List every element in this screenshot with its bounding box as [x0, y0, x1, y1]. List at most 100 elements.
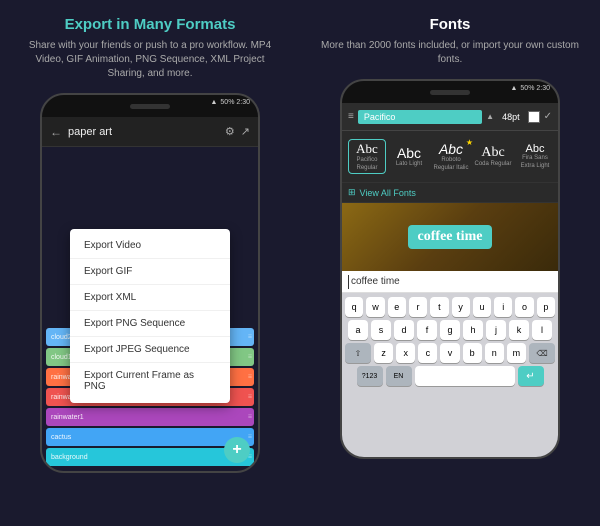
key-t[interactable]: t [430, 297, 448, 317]
track-background[interactable]: background ≡ [46, 448, 254, 466]
key-q[interactable]: q [345, 297, 363, 317]
grid-icon: ⊞ [348, 187, 356, 198]
font-preview-coda: Abc [481, 145, 504, 161]
key-y[interactable]: y [452, 297, 470, 317]
track-handle: ≡ [248, 354, 252, 361]
color-picker[interactable] [528, 111, 540, 123]
key-j[interactable]: j [486, 320, 506, 340]
speaker-right [430, 90, 470, 95]
view-all-fonts-row[interactable]: ⊞ View All Fonts [342, 183, 558, 203]
key-r[interactable]: r [409, 297, 427, 317]
keyboard-row-1: q w e r t y u i o p [345, 297, 555, 317]
enter-key[interactable]: ↵ [518, 366, 544, 386]
track-handle: ≡ [248, 414, 252, 421]
chevron-up-icon[interactable]: ▲ [486, 112, 494, 121]
key-w[interactable]: w [366, 297, 384, 317]
add-layer-button[interactable]: + [224, 437, 250, 463]
track-cactus[interactable]: cactus ≡ [46, 428, 254, 446]
phone-left: ▲ 50% 2:30 ← paper art ⚙ ↗ Export Video … [40, 93, 260, 473]
language-key[interactable]: EN [386, 366, 412, 386]
symbols-key[interactable]: ?123 [357, 366, 383, 386]
font-options-row: Abc PacificoRegular Abc Lato Light Abc R… [342, 131, 558, 183]
key-f[interactable]: f [417, 320, 437, 340]
key-b[interactable]: b [463, 343, 482, 363]
right-panel: Fonts More than 2000 fonts included, or … [300, 0, 600, 526]
key-n[interactable]: n [485, 343, 504, 363]
font-label-pacifico: PacificoRegular [356, 157, 377, 171]
status-bar-right: ▲ 50% 2:30 [510, 85, 550, 92]
back-arrow-icon[interactable]: ← [50, 125, 62, 139]
key-x[interactable]: x [396, 343, 415, 363]
font-label-fira: Fira SansExtra Light [521, 155, 550, 169]
key-u[interactable]: u [473, 297, 491, 317]
space-key[interactable] [415, 366, 515, 386]
export-video-item[interactable]: Export Video [70, 233, 230, 259]
confirm-icon[interactable]: ✓ [544, 111, 552, 122]
key-a[interactable]: a [348, 320, 368, 340]
app-header-left: ← paper art ⚙ ↗ [42, 117, 258, 147]
phone-notch-right: ▲ 50% 2:30 [342, 81, 558, 103]
left-headline: Export in Many Formats [65, 16, 236, 33]
canvas-preview: coffee time [342, 203, 558, 271]
font-label-roboto-italic: RobotoRegular Italic [433, 157, 468, 171]
settings-icon[interactable]: ⚙ [225, 125, 235, 138]
text-input-value[interactable]: coffee time [351, 276, 400, 287]
font-preview-pacifico: Abc [356, 141, 378, 157]
font-option-lato[interactable]: Abc Lato Light [390, 145, 428, 168]
track-handle: ≡ [248, 394, 252, 401]
font-size-display[interactable]: 48pt [498, 110, 524, 124]
status-bar-left: ▲ 50% 2:30 [210, 99, 250, 106]
shift-key[interactable]: ⇧ [345, 343, 371, 363]
menu-icon[interactable]: ≡ [348, 111, 354, 122]
font-name-display[interactable]: Pacifico [358, 110, 482, 124]
key-g[interactable]: g [440, 320, 460, 340]
export-png-seq-item[interactable]: Export PNG Sequence [70, 311, 230, 337]
header-icons: ⚙ ↗ [225, 125, 250, 138]
text-input-row[interactable]: coffee time [342, 271, 558, 293]
key-e[interactable]: e [388, 297, 406, 317]
font-option-coda[interactable]: Abc Coda Regular [474, 145, 512, 168]
app-title: paper art [68, 126, 219, 138]
key-z[interactable]: z [374, 343, 393, 363]
export-dropdown: Export Video Export GIF Export XML Expor… [70, 229, 230, 403]
keyboard-row-3: ⇧ z x c v b n m ⌫ [345, 343, 555, 363]
canvas-text-overlay: coffee time [408, 225, 493, 249]
star-badge: ★ [466, 138, 473, 147]
key-i[interactable]: i [494, 297, 512, 317]
text-cursor [348, 275, 349, 289]
key-s[interactable]: s [371, 320, 391, 340]
key-c[interactable]: c [418, 343, 437, 363]
key-p[interactable]: p [537, 297, 555, 317]
export-xml-item[interactable]: Export XML [70, 285, 230, 311]
export-gif-item[interactable]: Export GIF [70, 259, 230, 285]
key-k[interactable]: k [509, 320, 529, 340]
font-option-roboto-italic[interactable]: Abc RobotoRegular Italic ★ [432, 141, 470, 171]
key-h[interactable]: h [463, 320, 483, 340]
share-icon[interactable]: ↗ [241, 125, 250, 138]
export-current-frame-item[interactable]: Export Current Frame as PNG [70, 363, 230, 399]
key-d[interactable]: d [394, 320, 414, 340]
key-o[interactable]: o [515, 297, 533, 317]
font-preview-fira: Abc [526, 143, 545, 155]
track-rainwater1[interactable]: rainwater1 ≡ [46, 408, 254, 426]
track-handle: ≡ [248, 434, 252, 441]
backspace-key[interactable]: ⌫ [529, 343, 555, 363]
font-selector-bar: ≡ Pacifico ▲ 48pt ✓ [342, 103, 558, 131]
speaker-left [130, 104, 170, 109]
key-m[interactable]: m [507, 343, 526, 363]
right-subtext: More than 2000 fonts included, or import… [310, 39, 590, 67]
keyboard: q w e r t y u i o p a s d f g h j k l [342, 293, 558, 457]
key-v[interactable]: v [440, 343, 459, 363]
font-label-coda: Coda Regular [474, 161, 511, 168]
font-option-pacifico[interactable]: Abc PacificoRegular [348, 139, 386, 173]
font-option-fira[interactable]: Abc Fira SansExtra Light [516, 143, 554, 169]
right-headline: Fonts [430, 16, 471, 33]
key-l[interactable]: l [532, 320, 552, 340]
left-subtext: Share with your friends or push to a pro… [10, 39, 290, 81]
font-preview-lato: Abc [397, 145, 421, 161]
view-all-fonts-label[interactable]: View All Fonts [360, 188, 416, 198]
signal-icon: ▲ [210, 99, 217, 106]
phone-notch-left: ▲ 50% 2:30 [42, 95, 258, 117]
export-jpeg-seq-item[interactable]: Export JPEG Sequence [70, 337, 230, 363]
font-preview-roboto-italic: Abc [439, 141, 463, 157]
